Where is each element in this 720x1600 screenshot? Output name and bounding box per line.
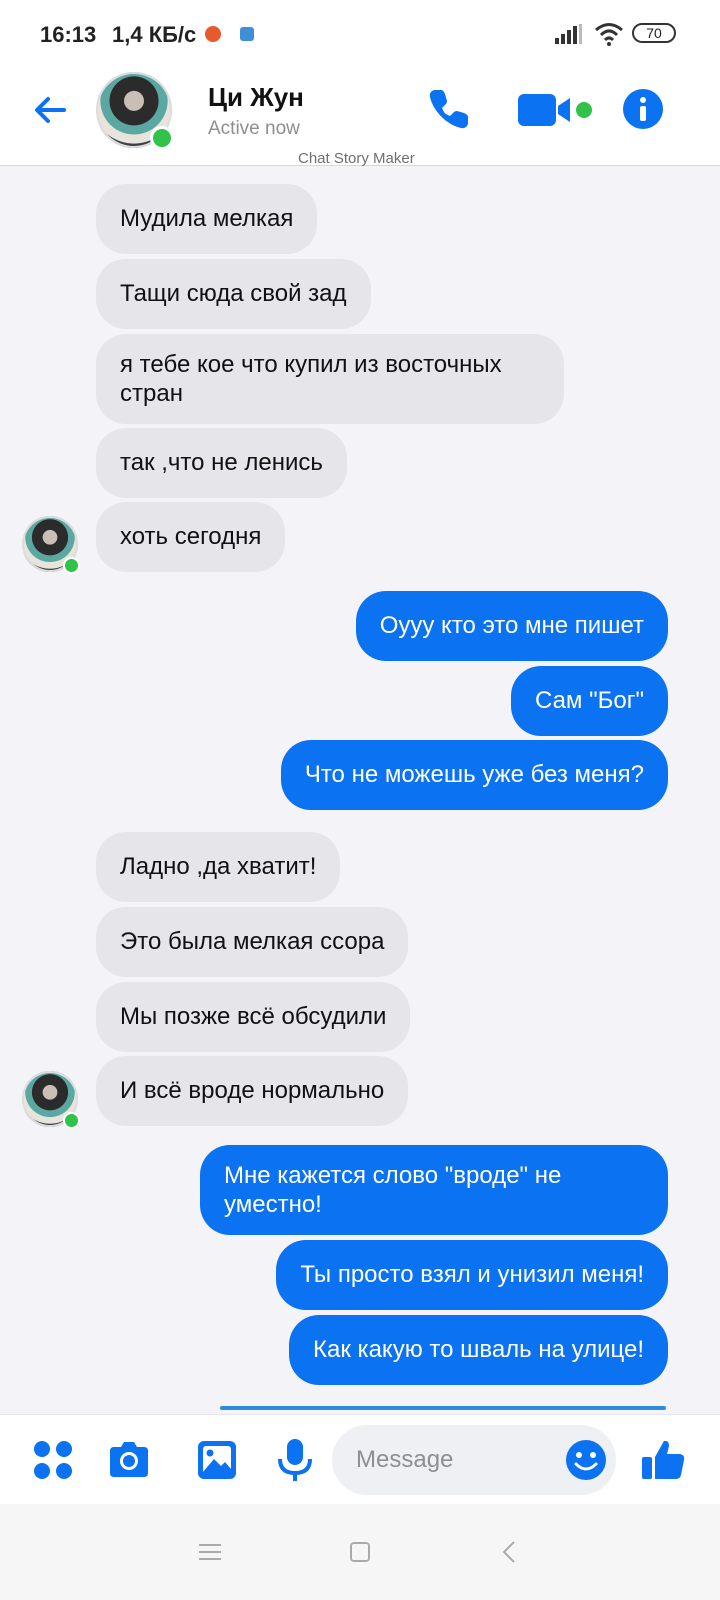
outgoing-message[interactable]: Ты просто взял и унизил меня! bbox=[276, 1240, 668, 1310]
avatar[interactable] bbox=[96, 72, 174, 150]
system-navbar bbox=[0, 1504, 720, 1600]
online-indicator bbox=[150, 126, 174, 150]
back-arrow-icon[interactable] bbox=[28, 88, 72, 132]
wifi-icon bbox=[595, 23, 623, 46]
incoming-message[interactable]: Тащи сюда свой зад bbox=[96, 259, 371, 329]
status-time: 16:13 bbox=[40, 22, 97, 47]
network-speed: 1,4 КБ/с bbox=[112, 22, 197, 47]
incoming-message[interactable]: Ладно ,да хватит! bbox=[96, 832, 341, 902]
online-indicator bbox=[63, 1112, 80, 1129]
contact-name[interactable]: Ци Жун bbox=[208, 82, 304, 113]
message-list[interactable]: Мудила мелкая Тащи сюда свой зад я тебе … bbox=[0, 166, 720, 1414]
thumbs-up-icon[interactable] bbox=[640, 1437, 686, 1483]
outgoing-message[interactable]: Мне кажется слово "вроде" не уместно! bbox=[200, 1145, 668, 1235]
partial-message bbox=[220, 1406, 666, 1410]
sender-avatar[interactable] bbox=[22, 516, 80, 574]
menu-icon[interactable] bbox=[196, 1538, 224, 1566]
home-square-icon[interactable] bbox=[346, 1538, 374, 1566]
outgoing-message[interactable]: Сам "Бог" bbox=[510, 666, 668, 736]
signal-icon bbox=[555, 24, 582, 44]
phone-icon[interactable] bbox=[426, 86, 472, 132]
emoji-icon[interactable] bbox=[564, 1438, 608, 1482]
sender-avatar[interactable] bbox=[22, 1071, 80, 1129]
back-chevron-icon[interactable] bbox=[496, 1538, 524, 1566]
outgoing-message[interactable]: Что не можешь уже без меня? bbox=[280, 740, 668, 810]
outgoing-message[interactable]: Как какую то шваль на улице! bbox=[289, 1315, 668, 1385]
chat-header: Ци Жун Active now Chat Story Maker bbox=[0, 66, 720, 167]
video-call-icon[interactable] bbox=[518, 90, 594, 130]
contact-status: Active now bbox=[208, 118, 300, 139]
outgoing-message[interactable]: Оууу кто это мне пишет bbox=[355, 591, 668, 661]
gallery-icon[interactable] bbox=[194, 1437, 240, 1483]
incoming-message[interactable]: Это была мелкая ссора bbox=[96, 907, 409, 977]
message-composer bbox=[0, 1414, 720, 1504]
incoming-message[interactable]: хоть сегодня bbox=[96, 502, 286, 572]
incoming-message[interactable]: я тебе кое что купил из восточных стран bbox=[96, 334, 564, 424]
incoming-message[interactable]: И всё вроде нормально bbox=[96, 1056, 409, 1126]
camera-icon[interactable] bbox=[106, 1437, 152, 1483]
status-bar: 16:13 1,4 КБ/с 70 bbox=[0, 0, 720, 66]
online-indicator bbox=[63, 557, 80, 574]
incoming-message[interactable]: так ,что не ленись bbox=[96, 428, 347, 498]
watermark: Chat Story Maker bbox=[298, 150, 415, 167]
info-icon[interactable] bbox=[622, 88, 664, 130]
incoming-message[interactable]: Мы позже всё обсудили bbox=[96, 982, 411, 1052]
notification-icon bbox=[240, 27, 254, 41]
apps-icon[interactable] bbox=[30, 1437, 76, 1483]
notification-icon bbox=[205, 26, 221, 42]
microphone-icon[interactable] bbox=[272, 1437, 318, 1483]
battery-icon: 70 bbox=[632, 23, 676, 43]
incoming-message[interactable]: Мудила мелкая bbox=[96, 184, 318, 254]
